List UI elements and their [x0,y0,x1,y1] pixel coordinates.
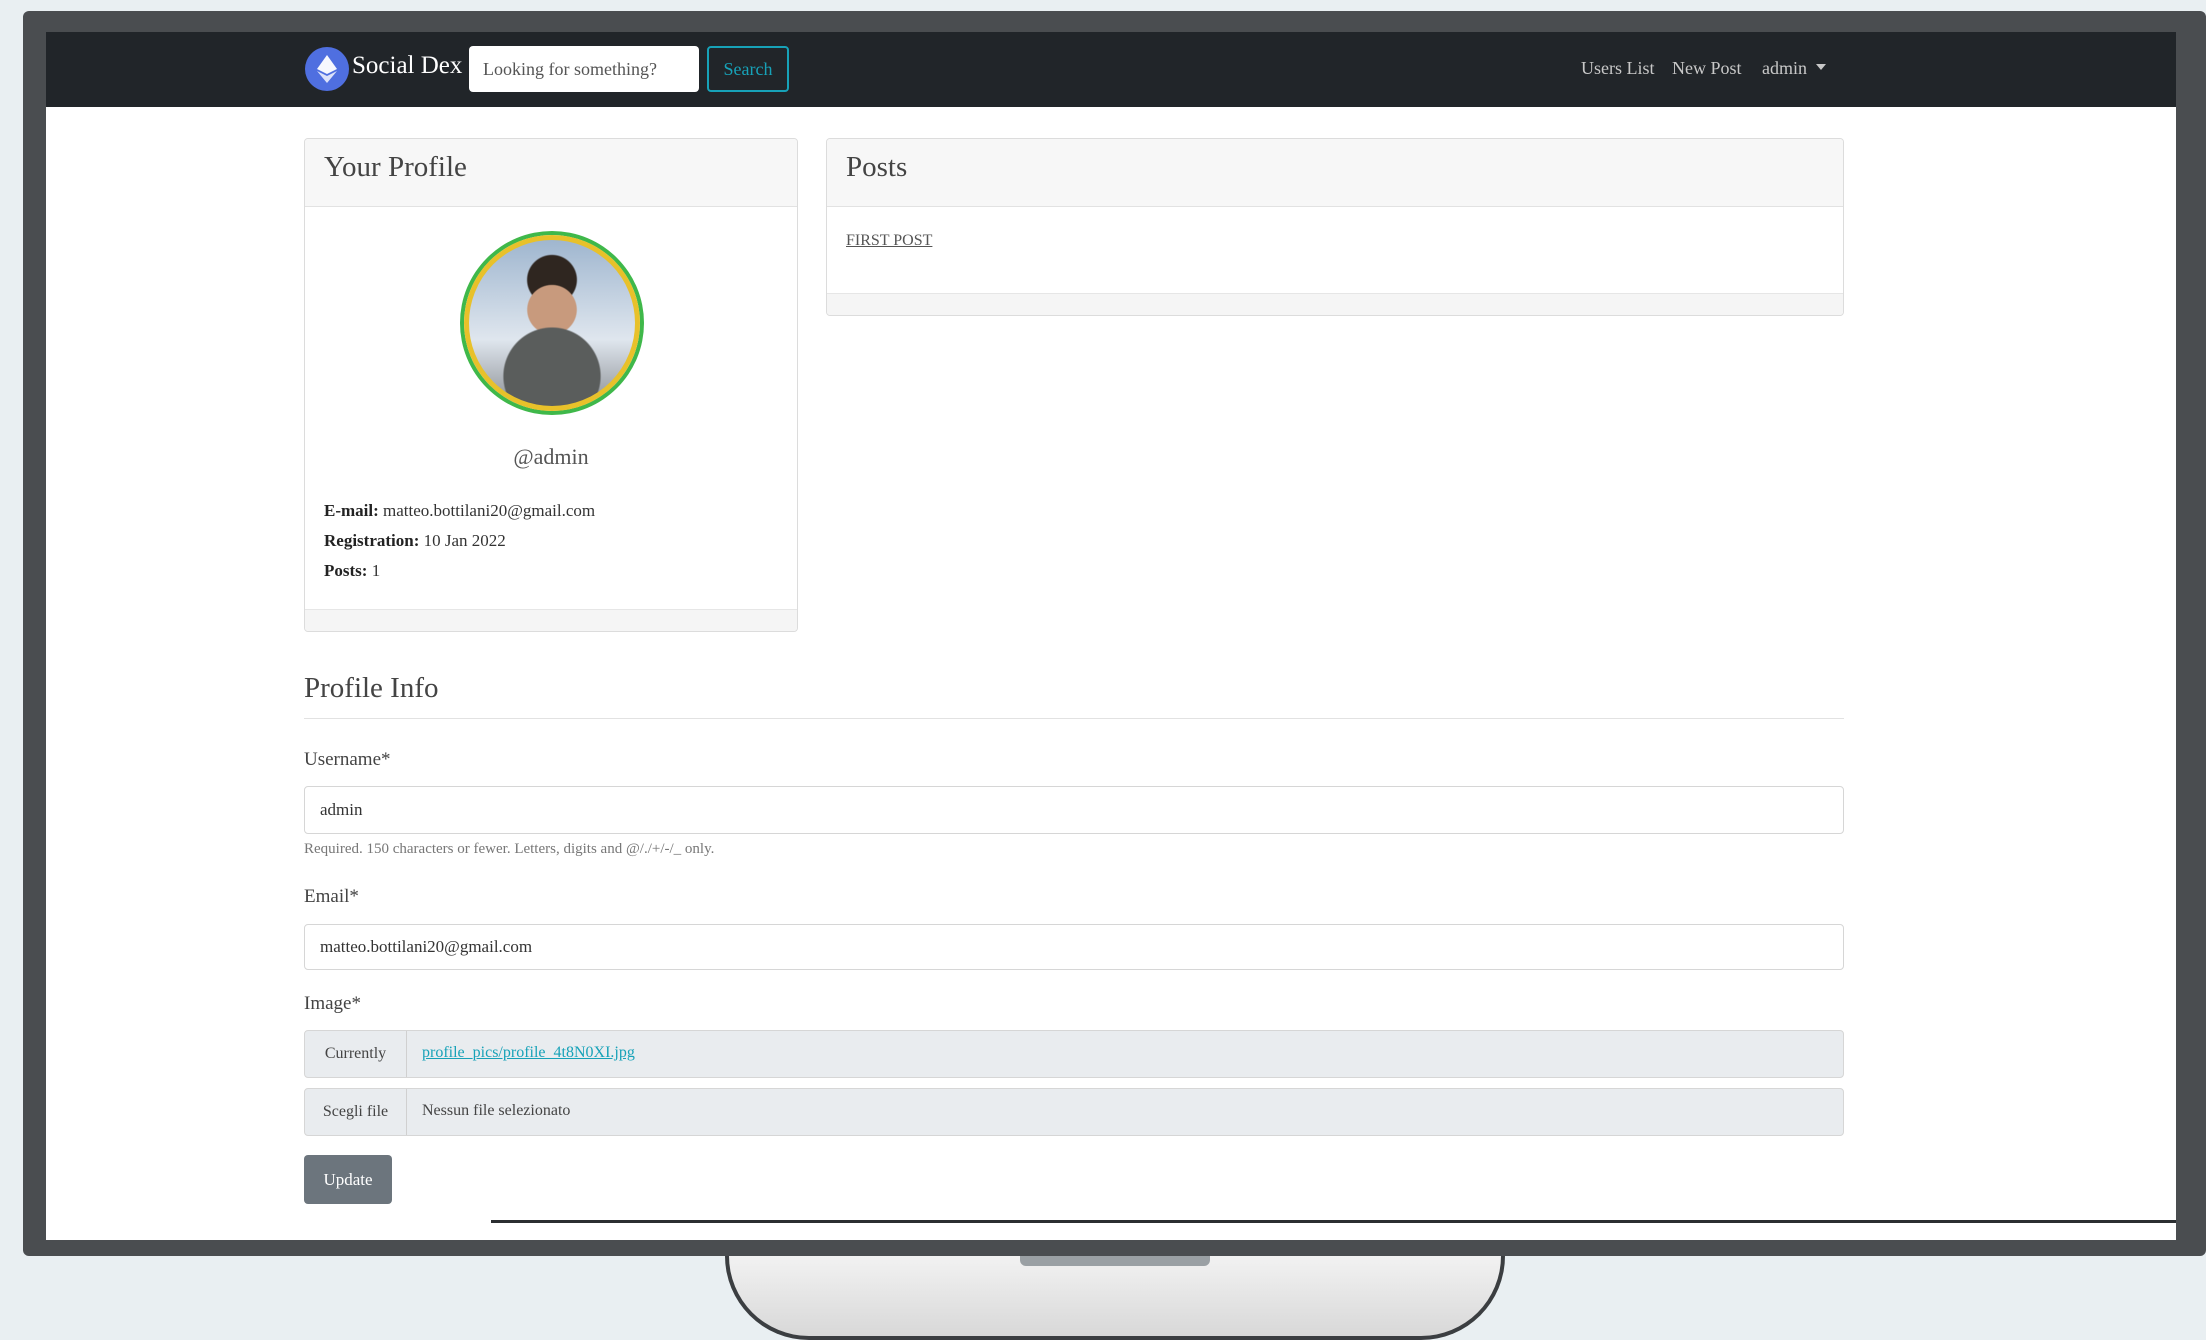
profile-card-title: Your Profile [324,151,467,183]
username-help-text: Required. 150 characters or fewer. Lette… [304,841,715,857]
user-menu-label: admin [1762,58,1807,78]
search-input[interactable] [469,46,699,92]
navbar: Social Dex Search Users List New Post ad… [46,32,2176,107]
posts-card-title: Posts [846,151,908,183]
brand-logo-icon[interactable] [305,47,349,91]
browser-viewport: Social Dex Search Users List New Post ad… [46,32,2176,1240]
profile-card-footer [305,609,797,631]
email-label: Email* [304,886,359,907]
choose-file-button[interactable]: Scegli file [305,1089,407,1135]
profile-posts-label: Posts: [324,561,368,580]
image-label: Image* [304,993,361,1014]
current-image-link[interactable]: profile_pics/profile_4t8N0XI.jpg [422,1044,635,1062]
post-link[interactable]: FIRST POST [846,232,932,250]
profile-card: Your Profile @admin E-mail: matteo.botti… [304,138,798,632]
update-button[interactable]: Update [304,1155,392,1204]
profile-posts-row: Posts: 1 [324,561,380,581]
currently-label: Currently [305,1031,407,1077]
nav-new-post-link[interactable]: New Post [1672,58,1742,79]
profile-registration-row: Registration: 10 Jan 2022 [324,531,506,551]
search-button[interactable]: Search [707,46,789,92]
screen-bottom-edge [491,1220,2176,1223]
profile-registration-label: Registration: [324,531,420,550]
section-divider [304,718,1844,719]
posts-card-header: Posts [827,139,1843,207]
current-image-row: Currently profile_pics/profile_4t8N0XI.j… [304,1030,1844,1078]
username-field[interactable] [304,786,1844,834]
username-label: Username* [304,749,391,770]
file-chooser[interactable]: Scegli file Nessun file selezionato [304,1088,1844,1136]
monitor-stand-neck [1020,1256,1210,1266]
posts-card-footer [827,293,1843,315]
email-field[interactable] [304,924,1844,970]
brand-name[interactable]: Social Dex [352,52,462,80]
nav-users-list-link[interactable]: Users List [1581,58,1655,79]
chevron-down-icon [1816,64,1826,70]
profile-email-label: E-mail: [324,501,379,520]
profile-handle: @admin [513,444,589,469]
profile-info-title: Profile Info [304,672,439,704]
profile-card-header: Your Profile [305,139,797,207]
monitor-stand [725,1256,1505,1340]
profile-email-row: E-mail: matteo.bottilani20@gmail.com [324,501,595,521]
profile-registration-value: 10 Jan 2022 [423,531,506,550]
profile-posts-count: 1 [371,561,381,580]
user-menu-dropdown[interactable]: admin [1762,58,1826,79]
avatar [464,235,640,411]
posts-card: Posts FIRST POST [826,138,1844,316]
profile-email-value: matteo.bottilani20@gmail.com [383,501,596,520]
no-file-selected-text: Nessun file selezionato [422,1102,571,1119]
